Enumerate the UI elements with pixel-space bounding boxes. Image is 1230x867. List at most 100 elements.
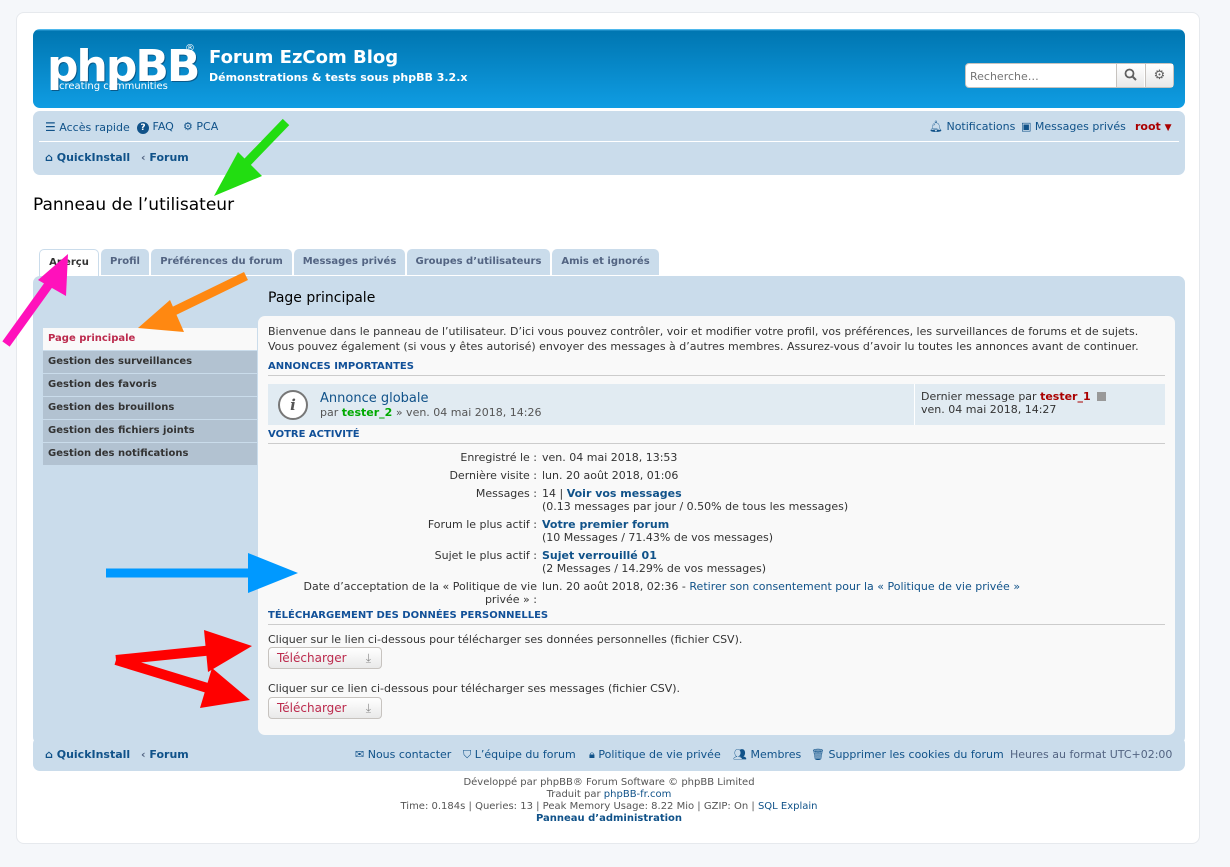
footer-navbar: ⌂ QuickInstall ‹ Forum ✉ Nous contacter …: [33, 737, 1185, 771]
delete-cookies-label: Supprimer les cookies du forum: [828, 748, 1004, 761]
site-title[interactable]: Forum EzCom Blog: [209, 47, 398, 68]
breadcrumb-item: QuickInstall: [56, 748, 131, 761]
last-post-prefix: Dernier message par: [921, 390, 1037, 403]
download-text-2: Cliquer sur ce lien ci-dessous pour télé…: [268, 682, 681, 695]
sql-explain-link[interactable]: SQL Explain: [758, 801, 818, 812]
privacy-label: Politique de vie privée: [598, 748, 721, 761]
sidebar-item-notifications[interactable]: Gestion des notifications: [43, 443, 257, 465]
search-button[interactable]: [1116, 64, 1144, 87]
footer-breadcrumb-home[interactable]: ⌂ QuickInstall: [45, 748, 130, 761]
announcement-date: » ven. 04 mai 2018, 14:26: [395, 406, 542, 419]
last-post-author[interactable]: tester_1: [1040, 390, 1091, 403]
private-messages-label: Messages privés: [1034, 120, 1126, 133]
team-link[interactable]: ⛉ L’équipe du forum: [463, 748, 576, 762]
messages-count: 14 |: [542, 487, 564, 500]
credit-line-1: Développé par phpBB® Forum Software © ph…: [463, 777, 755, 788]
breadcrumb-item: Forum: [149, 748, 189, 761]
content-area: Bienvenue dans le panneau de l’utilisate…: [258, 316, 1175, 735]
tab-private-messages[interactable]: Messages privés: [294, 249, 405, 275]
admin-panel-link[interactable]: Panneau d’administration: [536, 813, 682, 824]
sidebar-item-bookmarks[interactable]: Gestion des favoris: [43, 374, 257, 396]
by-prefix: par: [320, 406, 339, 419]
phpbb-logo[interactable]: phpBB ® creating communities: [45, 37, 200, 97]
privacy-label-line-1: Date d’acceptation de la « Politique de …: [303, 580, 538, 593]
sidebar-item-watched[interactable]: Gestion des surveillances: [43, 351, 257, 373]
announcement-byline: par tester_2 » ven. 04 mai 2018, 14:26: [320, 406, 542, 419]
advanced-search-button[interactable]: ⚙: [1145, 64, 1173, 87]
tab-overview[interactable]: Aperçu: [39, 249, 99, 277]
privacy-link[interactable]: 🔒︎ Politique de vie privée: [589, 748, 721, 762]
navbar: ☰ Accès rapide ? FAQ ⚙ PCA 🔔︎ Notificati…: [33, 111, 1185, 175]
translator-link[interactable]: phpBB-fr.com: [604, 789, 672, 800]
team-label: L’équipe du forum: [474, 748, 576, 761]
download-button-label: Télécharger: [277, 701, 347, 715]
delete-cookies-link[interactable]: 🗑︎ Supprimer les cookies du forum: [811, 748, 1004, 761]
search-input[interactable]: [970, 68, 1114, 84]
messages-detail: (0.13 messages par jour / 0.50% de tous …: [542, 500, 849, 513]
sidebar-menu: Page principale Gestion des surveillance…: [43, 328, 257, 466]
faq-link[interactable]: ? FAQ: [137, 120, 174, 134]
withdraw-consent-link[interactable]: Retirer son consentement pour la « Polit…: [689, 580, 1020, 593]
download-data-button[interactable]: Télécharger ⤓: [268, 647, 382, 669]
active-forum-link[interactable]: Votre premier forum: [542, 518, 669, 531]
announcement-author[interactable]: tester_2: [342, 406, 393, 419]
private-messages-link[interactable]: ▣ Messages privés: [1021, 120, 1126, 133]
lock-icon: 🔒︎: [589, 748, 595, 761]
tab-profile[interactable]: Profil: [101, 249, 149, 275]
breadcrumb-item: Forum: [149, 151, 189, 164]
intro-text: Bienvenue dans le panneau de l’utilisate…: [268, 324, 1168, 354]
site-description: Démonstrations & tests sous phpBB 3.2.x: [209, 71, 468, 84]
sidebar-item-attachments[interactable]: Gestion des fichiers joints: [43, 420, 257, 442]
notifications-link[interactable]: 🔔︎ Notifications: [929, 120, 1015, 133]
activity-heading: VOTRE ACTIVITÉ: [268, 429, 1165, 444]
tab-preferences[interactable]: Préférences du forum: [151, 249, 292, 275]
quick-access-link[interactable]: ☰ Accès rapide: [45, 120, 130, 134]
breadcrumb-separator: ‹: [141, 748, 146, 761]
quick-access-label: Accès rapide: [59, 121, 130, 134]
pca-link[interactable]: ⚙ PCA: [183, 120, 218, 133]
stat-label: Date d’acceptation de la « Politique de …: [277, 580, 538, 606]
gear-icon: ⚙: [1153, 68, 1166, 83]
members-label: Membres: [750, 748, 802, 761]
breadcrumb-forum[interactable]: ‹ Forum: [141, 151, 189, 164]
announcement-title[interactable]: Annonce globale: [320, 391, 429, 406]
members-link[interactable]: 👥︎ Membres: [733, 748, 801, 761]
trash-icon: 🗑︎: [811, 748, 825, 761]
sidebar-item-drafts[interactable]: Gestion des brouillons: [43, 397, 257, 419]
user-menu[interactable]: root ▼: [1135, 120, 1172, 133]
tab-friends[interactable]: Amis et ignorés: [552, 249, 659, 275]
announcement-row: i Annonce globale par tester_2 » ven. 04…: [268, 384, 1165, 425]
tab-groups[interactable]: Groupes d’utilisateurs: [407, 249, 550, 275]
footer-breadcrumb-forum[interactable]: ‹ Forum: [141, 748, 189, 761]
download-messages-button[interactable]: Télécharger ⤓: [268, 697, 382, 719]
faq-label: FAQ: [152, 120, 174, 133]
breadcrumb-home[interactable]: ⌂ QuickInstall: [45, 151, 130, 164]
last-post-info: Dernier message par tester_1 ven. 04 mai…: [914, 384, 1165, 425]
debug-info: Time: 0.184s | Queries: 13 | Peak Memory…: [400, 801, 755, 812]
stat-value: lun. 20 août 2018, 02:36 - Retirer son c…: [542, 580, 1020, 593]
home-icon: ⌂: [45, 151, 53, 164]
header-bar: phpBB ® creating communities Forum EzCom…: [33, 29, 1185, 108]
stat-value: Sujet verrouillé 01 (2 Messages / 14.29%…: [542, 549, 766, 575]
username: root: [1135, 120, 1161, 133]
home-icon: ⌂: [45, 748, 53, 761]
sidebar-item-main-page[interactable]: Page principale: [43, 328, 257, 350]
content-title: Page principale: [268, 290, 376, 306]
privacy-date: lun. 20 août 2018, 02:36 -: [542, 580, 686, 593]
contact-link[interactable]: ✉ Nous contacter: [355, 748, 451, 761]
privacy-label-line-2: privée » :: [484, 593, 537, 606]
download-icon: ⤓: [365, 651, 371, 665]
caret-down-icon: ▼: [1164, 123, 1172, 133]
view-messages-link[interactable]: Voir vos messages: [567, 487, 682, 500]
goto-post-icon[interactable]: [1097, 392, 1107, 401]
credit-line-2: Traduit par phpBB-fr.com: [17, 789, 1201, 800]
navbar-divider: [39, 141, 1179, 142]
breadcrumb-separator: ‹: [141, 151, 146, 164]
download-button-label: Télécharger: [277, 651, 347, 665]
gears-icon: ⚙: [183, 120, 193, 133]
stat-label: Forum le plus actif :: [427, 518, 537, 531]
stat-value: lun. 20 août 2018, 01:06: [542, 469, 679, 482]
active-topic-link[interactable]: Sujet verrouillé 01: [542, 549, 657, 562]
active-forum-detail: (10 Messages / 71.43% de vos messages): [542, 531, 774, 544]
info-icon: i: [278, 390, 308, 420]
